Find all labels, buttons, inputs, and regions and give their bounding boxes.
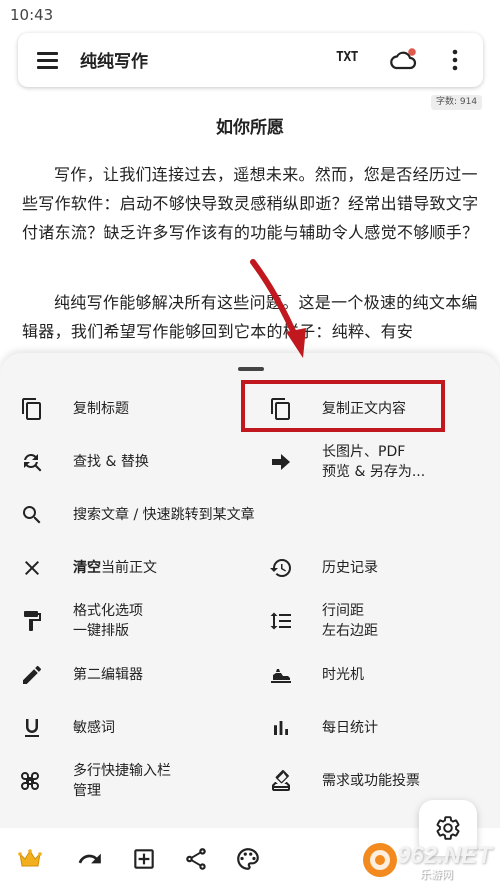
- menu-item-label: 多行快捷输入栏 管理: [73, 763, 171, 799]
- paint-roller-icon: [24, 611, 41, 631]
- menu-item-search-articles[interactable]: 搜索文章 / 快速跳转到某文章: [20, 495, 470, 535]
- status-time: 10:43: [10, 6, 54, 24]
- bar-chart-icon: [274, 721, 288, 735]
- menu-item-label: 需求或功能投票: [322, 773, 420, 789]
- top-app-bar: 纯纯写作 TXT: [18, 33, 483, 87]
- body-paragraph[interactable]: 写作，让我们连接过去，遥想未来。然而，您是否经历过一些写作软件：启动不够快导致灵…: [22, 160, 486, 247]
- menu-item-clear-body[interactable]: 清空 当前正文: [20, 548, 230, 588]
- palette-icon[interactable]: [235, 846, 261, 872]
- search-icon: [23, 506, 41, 524]
- menu-item-label: 查找 & 替换: [73, 454, 149, 470]
- menu-icon[interactable]: [36, 49, 60, 71]
- underline-icon: [25, 719, 39, 737]
- menu-item-label: 时光机: [322, 667, 364, 683]
- find-replace-icon: [24, 454, 42, 472]
- pencil-icon: [23, 665, 42, 684]
- notification-dot: [408, 48, 416, 56]
- menu-item-format[interactable]: 格式化选项 一键排版: [20, 601, 230, 641]
- body-paragraph[interactable]: 纯纯写作能够解决所有这些问题。这是一个极速的纯文本编辑器，我们希望写作能够回到它…: [22, 288, 486, 346]
- watermark-subtext: 乐游网: [420, 868, 453, 881]
- document-title[interactable]: 如你所愿: [0, 113, 500, 138]
- menu-item-label: 长图片、PDF 预览 & 另存为...: [322, 444, 426, 480]
- cloud-sync-icon[interactable]: [388, 47, 418, 73]
- menu-item-label-bold: 清空: [73, 560, 101, 576]
- menu-item-feature-vote[interactable]: 需求或功能投票: [269, 761, 469, 801]
- menu-item-second-editor[interactable]: 第二编辑器: [20, 655, 230, 695]
- menu-item-label: 搜索文章 / 快速跳转到某文章: [73, 507, 255, 523]
- menu-item-sensitive-words[interactable]: 敏感词: [20, 708, 230, 748]
- history-icon: [270, 559, 291, 577]
- share-icon[interactable]: [183, 846, 209, 872]
- word-count-badge: 字数: 914: [431, 95, 483, 110]
- menu-item-label-rest: 当前正文: [101, 560, 157, 576]
- drag-handle[interactable]: [238, 367, 264, 371]
- menu-item-label: 历史记录: [322, 560, 378, 576]
- add-box-icon[interactable]: [131, 846, 157, 872]
- menu-item-export[interactable]: 长图片、PDF 预览 & 另存为...: [269, 442, 469, 482]
- status-bar: 10:43: [0, 0, 500, 30]
- menu-item-quick-input[interactable]: 多行快捷输入栏 管理: [20, 761, 230, 801]
- app-title: 纯纯写作: [80, 52, 148, 72]
- txt-export-button[interactable]: TXT: [336, 50, 358, 65]
- copy-icon: [22, 398, 41, 420]
- arrow-right-icon: [272, 454, 290, 470]
- menu-item-label: 复制标题: [73, 401, 129, 417]
- menu-item-label: 每日统计: [322, 720, 378, 736]
- menu-item-history[interactable]: 历史记录: [269, 548, 469, 588]
- menu-item-label: 第二编辑器: [73, 667, 143, 683]
- menu-item-find-replace[interactable]: 查找 & 替换: [20, 442, 230, 482]
- crown-icon[interactable]: [17, 846, 43, 872]
- menu-item-label: 行间距 左右边距: [322, 603, 378, 639]
- time-machine-icon: [271, 669, 291, 683]
- command-icon: [21, 772, 39, 790]
- redo-icon[interactable]: [77, 846, 103, 872]
- menu-item-line-spacing[interactable]: 行间距 左右边距: [269, 601, 469, 641]
- line-spacing-icon: [270, 612, 291, 630]
- highlight-annotation-box: [241, 380, 445, 432]
- menu-item-time-machine[interactable]: 时光机: [269, 655, 469, 695]
- menu-item-label: 格式化选项 一键排版: [73, 603, 143, 639]
- close-icon: [25, 561, 39, 575]
- vote-icon: [272, 769, 290, 791]
- menu-item-label: 清空 当前正文: [73, 548, 157, 588]
- menu-item-copy-title[interactable]: 复制标题: [20, 389, 230, 429]
- more-vert-icon[interactable]: [448, 48, 462, 72]
- menu-item-label: 敏感词: [73, 720, 115, 736]
- menu-item-daily-stats[interactable]: 每日统计: [269, 708, 469, 748]
